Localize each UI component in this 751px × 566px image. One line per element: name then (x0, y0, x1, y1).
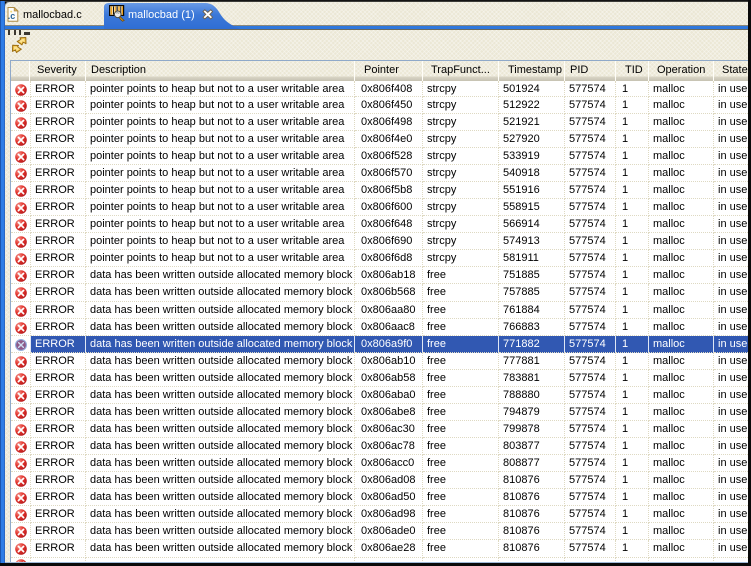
svg-text:.c: .c (8, 11, 16, 21)
